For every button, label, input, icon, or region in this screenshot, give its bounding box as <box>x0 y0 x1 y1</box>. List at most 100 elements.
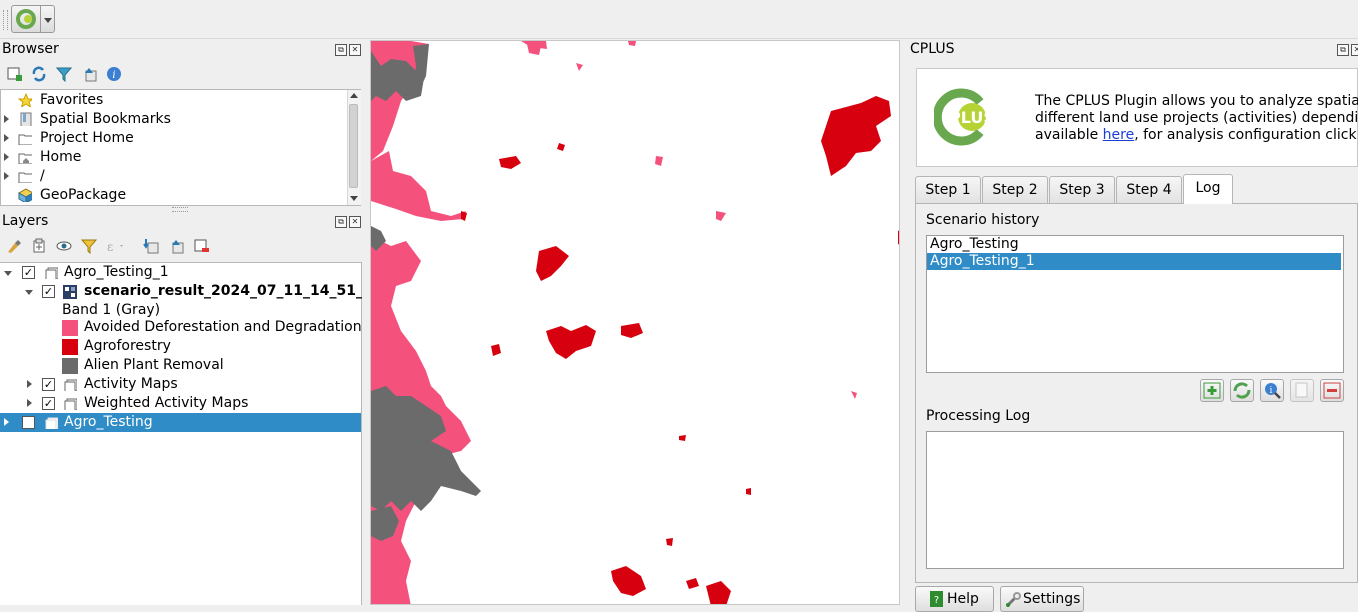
expand-arrow-icon[interactable] <box>27 399 32 407</box>
layer-visibility-checkbox[interactable]: ✓ <box>42 397 55 410</box>
layer-group-icon <box>64 379 77 391</box>
layer-group-weighted-activity-maps[interactable]: ✓ Weighted Activity Maps <box>0 394 361 413</box>
legend-label: Agroforestry <box>84 338 171 354</box>
layer-label: Agro_Testing <box>64 414 153 430</box>
visibility-icon[interactable] <box>56 238 72 254</box>
svg-text:i: i <box>112 70 115 81</box>
add-group-icon[interactable] <box>31 238 47 254</box>
cplus-description: The CPLUS Plugin allows you to analyze s… <box>1035 93 1358 144</box>
close-panel-icon[interactable]: ✕ <box>1351 44 1358 56</box>
browser-item-spatial-bookmarks[interactable]: Spatial Bookmarks <box>0 110 346 129</box>
collapse-arrow-icon[interactable] <box>4 271 12 276</box>
layer-visibility-checkbox[interactable]: ✓ <box>42 378 55 391</box>
remove-layer-icon[interactable] <box>193 238 209 254</box>
refresh-icon[interactable] <box>31 66 47 82</box>
tab-step-2[interactable]: Step 2 <box>982 176 1048 203</box>
tab-step-4[interactable]: Step 4 <box>1116 176 1182 203</box>
collapse-arrow-icon[interactable] <box>25 290 33 295</box>
browser-dock-buttons: ⧉ ✕ <box>335 44 361 56</box>
layers-panel-title: Layers <box>2 213 49 229</box>
cplus-plugin-dropdown[interactable] <box>41 5 55 33</box>
legend-item-avoided-deforestation: Avoided Deforestation and Degradation <box>0 318 362 337</box>
expand-arrow-icon[interactable] <box>4 153 9 161</box>
scenario-info-button[interactable]: i <box>1260 379 1284 402</box>
history-item[interactable]: Agro_Testing <box>927 236 1341 253</box>
load-scenario-button[interactable] <box>1230 379 1254 402</box>
legend-item-agroforestry: Agroforestry <box>0 337 361 356</box>
scenario-history-label: Scenario history <box>926 212 1040 228</box>
float-panel-icon[interactable]: ⧉ <box>1337 44 1349 56</box>
style-icon[interactable] <box>6 238 22 254</box>
processing-log-textarea[interactable] <box>926 431 1344 569</box>
folder-icon <box>18 134 32 145</box>
settings-button-label: Settings <box>1023 591 1081 607</box>
legend-swatch <box>62 339 78 355</box>
info-icon[interactable]: i <box>106 66 122 82</box>
description-line: available here, for analysis configurati… <box>1035 127 1358 144</box>
browser-scroll-thumb[interactable] <box>349 104 358 188</box>
toolbar-grip[interactable] <box>3 10 8 30</box>
home-folder-icon <box>18 153 32 164</box>
filter-icon[interactable] <box>56 66 72 82</box>
close-panel-icon[interactable]: ✕ <box>349 44 361 56</box>
docs-link[interactable]: here <box>1103 127 1135 143</box>
scroll-up-icon[interactable] <box>350 93 358 98</box>
add-scenario-button[interactable] <box>1200 379 1224 402</box>
filter-icon[interactable] <box>81 238 97 254</box>
description-text: , for analysis configuration click th <box>1134 127 1358 143</box>
collapse-all-icon[interactable] <box>168 238 184 254</box>
map-canvas[interactable] <box>370 40 900 605</box>
browser-item-root[interactable]: / <box>0 167 346 186</box>
browser-item-project-home[interactable]: Project Home <box>0 129 346 148</box>
folder-icon <box>18 172 32 183</box>
browser-item-label: Home <box>40 149 82 165</box>
tab-step-3[interactable]: Step 3 <box>1049 176 1115 203</box>
collapse-all-icon[interactable] <box>81 66 97 82</box>
help-button[interactable]: ? Help <box>915 586 994 612</box>
layer-group-activity-maps[interactable]: ✓ Activity Maps <box>0 375 361 394</box>
expand-arrow-icon[interactable] <box>4 115 9 123</box>
layer-visibility-checkbox[interactable] <box>22 416 35 429</box>
float-panel-icon[interactable]: ⧉ <box>335 44 347 56</box>
history-item-selected[interactable]: Agro_Testing_1 <box>927 253 1341 270</box>
add-layer-icon[interactable] <box>6 66 22 82</box>
tab-step-1[interactable]: Step 1 <box>915 176 981 203</box>
layer-visibility-checkbox[interactable]: ✓ <box>42 285 55 298</box>
description-text: available <box>1035 127 1103 143</box>
expand-arrow-icon[interactable] <box>27 380 32 388</box>
splitter-handle[interactable] <box>172 207 188 212</box>
expand-arrow-icon[interactable] <box>4 418 9 426</box>
browser-item-label: / <box>40 168 45 184</box>
report-button[interactable] <box>1290 379 1314 402</box>
browser-item-label: GeoPackage <box>40 187 127 203</box>
layer-group-agro-testing[interactable]: Agro_Testing <box>0 413 361 432</box>
close-panel-icon[interactable]: ✕ <box>349 216 361 228</box>
float-panel-icon[interactable]: ⧉ <box>335 216 347 228</box>
expression-icon[interactable]: ε <box>106 238 126 254</box>
layer-visibility-checkbox[interactable]: ✓ <box>22 266 35 279</box>
expand-all-icon[interactable] <box>143 238 159 254</box>
browser-item-home[interactable]: Home <box>0 148 346 167</box>
chevron-down-icon <box>44 18 52 23</box>
settings-button[interactable]: Settings <box>1000 586 1084 612</box>
description-line: The CPLUS Plugin allows you to analyze s… <box>1035 93 1358 109</box>
svg-text:PLUS: PLUS <box>949 108 995 127</box>
layers-tree[interactable] <box>0 262 362 605</box>
layer-label: scenario_result_2024_07_11_14_51_47 <box>84 283 383 299</box>
layer-group-agro-testing-1[interactable]: ✓ Agro_Testing_1 <box>0 263 361 282</box>
browser-item-favorites[interactable]: Favorites <box>0 91 346 110</box>
scroll-down-icon[interactable] <box>350 196 358 201</box>
splitter[interactable] <box>362 40 370 605</box>
expand-arrow-icon[interactable] <box>4 172 9 180</box>
load-scenario-icon <box>1233 382 1251 399</box>
expand-arrow-icon[interactable] <box>4 134 9 142</box>
layer-scenario-result[interactable]: ✓ scenario_result_2024_07_11_14_51_47 <box>0 282 382 301</box>
remove-scenario-button[interactable] <box>1320 379 1344 402</box>
legend-label: Avoided Deforestation and Degradation <box>84 319 362 335</box>
geopackage-icon <box>18 188 32 202</box>
browser-item-label: Favorites <box>40 92 104 108</box>
svg-text:?: ? <box>934 595 939 606</box>
tab-log[interactable]: Log <box>1183 174 1233 204</box>
browser-item-geopackage[interactable]: GeoPackage <box>0 186 346 205</box>
cplus-plugin-button[interactable] <box>11 5 41 33</box>
